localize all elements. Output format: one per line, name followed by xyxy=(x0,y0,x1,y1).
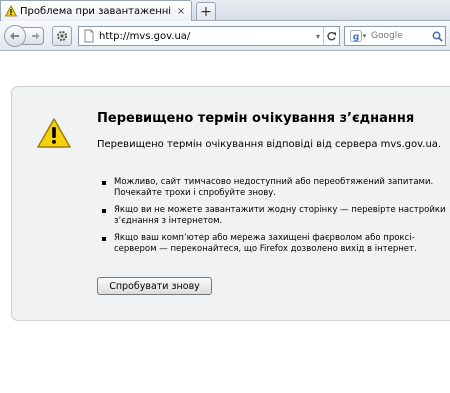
error-box: Перевищено термін очікування з’єднання П… xyxy=(11,86,450,321)
warning-triangle-icon xyxy=(37,118,71,148)
svg-text:g: g xyxy=(353,33,359,43)
tools-button[interactable] xyxy=(52,26,72,46)
list-item: Можливо, сайт тимчасово недоступний або … xyxy=(102,177,447,199)
google-icon: g xyxy=(349,30,362,43)
close-icon[interactable]: × xyxy=(175,5,187,17)
tab-title: Проблема при завантаженні сторінки xyxy=(20,5,175,17)
error-title: Перевищено термін очікування з’єднання xyxy=(97,111,415,126)
suggestion-list: Можливо, сайт тимчасово недоступний або … xyxy=(102,177,447,261)
page-content: Перевищено термін очікування з’єднання П… xyxy=(0,52,450,393)
back-button[interactable] xyxy=(4,25,26,47)
retry-button[interactable]: Спробувати знову xyxy=(97,277,212,295)
gear-icon xyxy=(57,31,67,41)
chevron-down-icon: ▾ xyxy=(362,32,367,40)
search-input[interactable] xyxy=(371,27,429,45)
url-input[interactable] xyxy=(99,27,313,45)
back-forward-group xyxy=(4,25,46,47)
warning-triangle-icon xyxy=(5,5,17,17)
new-tab-button[interactable]: + xyxy=(196,2,216,20)
tab-current[interactable]: Проблема при завантаженні сторінки × xyxy=(0,0,192,21)
page-icon xyxy=(84,29,94,43)
url-dropdown-icon[interactable]: ▾ xyxy=(313,27,323,45)
navigation-toolbar: ▾ g ▾ xyxy=(0,21,450,51)
search-go-button[interactable] xyxy=(429,27,445,45)
reload-icon xyxy=(327,31,336,40)
magnifier-icon xyxy=(432,31,443,42)
url-bar: ▾ xyxy=(78,26,340,46)
search-engine-button[interactable]: g ▾ xyxy=(345,27,371,45)
reload-button[interactable] xyxy=(323,27,339,45)
error-description: Перевищено термін очікування відповіді в… xyxy=(97,139,442,150)
tab-strip: Проблема при завантаженні сторінки × + xyxy=(0,0,450,21)
list-item: Якщо ваш комп’ютер або мережа захищені ф… xyxy=(102,233,447,255)
forward-arrow-icon xyxy=(31,32,39,40)
search-bar: g ▾ xyxy=(344,26,446,46)
back-arrow-icon xyxy=(10,32,19,40)
list-item: Якщо ви не можете завантажити жодну стор… xyxy=(102,205,447,227)
